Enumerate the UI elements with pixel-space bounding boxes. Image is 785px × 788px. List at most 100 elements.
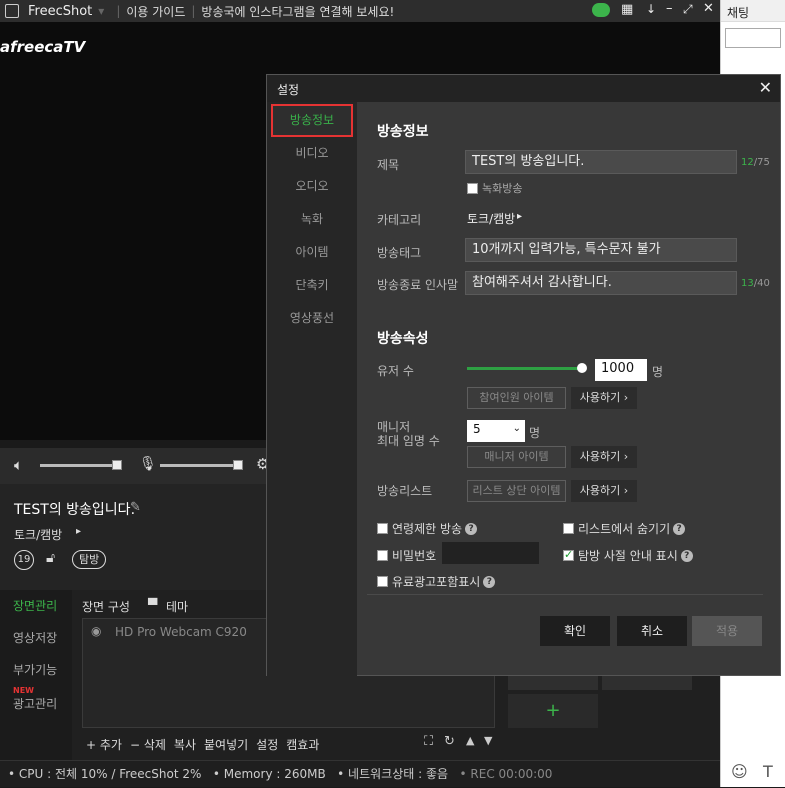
paid-ad-checkbox[interactable] bbox=[377, 576, 388, 587]
password-checkbox[interactable] bbox=[377, 550, 388, 561]
notice-link[interactable]: 방송국에 인스타그램을 연결해 보세요! bbox=[201, 3, 394, 20]
edit-pencil-icon[interactable]: ✎ bbox=[130, 500, 141, 515]
record-checkbox[interactable] bbox=[467, 182, 478, 194]
manager-item-button[interactable]: 매니저 아이템 bbox=[467, 446, 566, 468]
nav-scene[interactable]: 장면관리 bbox=[0, 590, 72, 622]
unlock-icon[interactable]: 🔓︎ bbox=[46, 550, 55, 566]
paste-button[interactable]: 붙여넣기 bbox=[204, 736, 248, 753]
theme-icon[interactable]: ▀ bbox=[148, 598, 157, 612]
delete-button[interactable]: − 삭제 bbox=[130, 736, 166, 753]
dialog-nav-shortcut[interactable]: 단축키 bbox=[267, 269, 357, 302]
participant-item-button[interactable]: 참여인원 아이템 bbox=[467, 387, 566, 409]
viewers-slider[interactable] bbox=[467, 367, 583, 370]
dialog-nav-record[interactable]: 녹화 bbox=[267, 203, 357, 236]
source-item[interactable]: HD Pro Webcam C920 bbox=[115, 625, 247, 639]
record-option[interactable]: 녹화방송 bbox=[467, 180, 522, 196]
close-icon[interactable]: ✕ bbox=[703, 1, 714, 16]
add-scene-button[interactable]: + bbox=[508, 694, 598, 728]
dialog-nav-video[interactable]: 비디오 bbox=[267, 137, 357, 170]
add-button[interactable]: + 추가 bbox=[86, 736, 122, 753]
dialog-title: 설정 bbox=[277, 83, 300, 97]
list-use-button[interactable]: 사용하기 › bbox=[571, 480, 637, 502]
nav-video-save[interactable]: 영상저장 bbox=[0, 622, 72, 654]
dialog-nav-item[interactable]: 아이템 bbox=[267, 236, 357, 269]
title-input[interactable]: TEST의 방송입니다. bbox=[465, 150, 737, 174]
viewers-slider-thumb[interactable] bbox=[577, 363, 587, 373]
volume-thumb[interactable] bbox=[112, 460, 122, 470]
nav-ads[interactable]: 광고관리 bbox=[13, 695, 57, 712]
list-item-button[interactable]: 리스트 상단 아이템 bbox=[467, 480, 566, 502]
tab-theme[interactable]: 테마 bbox=[166, 598, 188, 615]
nav-extras[interactable]: 부가기능 bbox=[0, 654, 72, 686]
age-limit-option[interactable]: 연령제한 방송? bbox=[377, 520, 478, 537]
dialog-header: 설정 ✕ bbox=[267, 75, 780, 102]
minimize-icon[interactable]: ↓ bbox=[646, 2, 656, 16]
ok-button[interactable]: 확인 bbox=[540, 616, 610, 646]
help-icon[interactable]: ? bbox=[680, 549, 693, 562]
paid-ad-option[interactable]: 유료광고포함표시? bbox=[377, 573, 496, 590]
password-option[interactable]: 비밀번호 bbox=[377, 547, 436, 564]
list-label: 방송리스트 bbox=[377, 484, 433, 498]
apply-button[interactable]: 적용 bbox=[692, 616, 762, 646]
app-logo-icon bbox=[5, 4, 19, 18]
age-limit-checkbox[interactable] bbox=[377, 523, 388, 534]
participant-use-button[interactable]: 사용하기 › bbox=[571, 387, 637, 409]
help-icon[interactable]: ? bbox=[673, 522, 686, 535]
down-icon[interactable]: ▼ bbox=[484, 734, 492, 747]
network-status: • 네트워크상태 : 좋음 bbox=[337, 767, 449, 781]
category-text[interactable]: 토크/캠방 bbox=[14, 526, 62, 543]
grid-icon[interactable]: ▦ bbox=[621, 2, 633, 17]
refresh-icon[interactable]: ↻ bbox=[444, 734, 455, 749]
help-icon[interactable]: ? bbox=[483, 575, 496, 588]
cam-effect-button[interactable]: 캠효과 bbox=[286, 736, 319, 753]
help-icon[interactable]: ? bbox=[465, 522, 478, 535]
afreecatv-logo: afreecaTV bbox=[0, 38, 86, 56]
fullscreen-icon[interactable]: ⛶ bbox=[424, 734, 433, 749]
mic-slider[interactable] bbox=[160, 464, 242, 467]
text-format-icon[interactable]: T bbox=[763, 762, 773, 781]
dialog-close-icon[interactable]: ✕ bbox=[759, 78, 772, 97]
viewers-input[interactable]: 1000 bbox=[595, 359, 647, 381]
chat-title: 채팅 bbox=[721, 0, 785, 22]
maximize-icon[interactable]: ⤢ bbox=[683, 2, 693, 17]
end-greeting-input[interactable]: 참여해주셔서 감사합니다. bbox=[465, 271, 737, 295]
speaker-icon[interactable]: 🔈︎ bbox=[14, 456, 23, 474]
tag-label: 방송태그 bbox=[377, 246, 422, 260]
tambang-checkbox[interactable] bbox=[563, 548, 574, 561]
end-greeting-label: 방송종료 인사말 bbox=[377, 278, 459, 292]
chat-bubble-icon[interactable] bbox=[592, 3, 610, 17]
settings-button[interactable]: 설정 bbox=[256, 736, 278, 753]
emoji-icon[interactable]: ☺ bbox=[731, 762, 748, 781]
tab-scene[interactable]: 장면 구성 bbox=[82, 598, 130, 615]
mic-thumb[interactable] bbox=[233, 460, 243, 470]
title-counter: 12/75 bbox=[741, 157, 770, 168]
volume-slider[interactable] bbox=[40, 464, 120, 467]
hide-list-checkbox[interactable] bbox=[563, 523, 574, 534]
tambang-option[interactable]: 탐방 사절 안내 표시? bbox=[563, 547, 693, 564]
title-label: 제목 bbox=[377, 158, 400, 172]
chat-search-input[interactable] bbox=[725, 28, 781, 48]
dialog-nav-audio[interactable]: 오디오 bbox=[267, 170, 357, 203]
manager-select[interactable]: 5 ⌄ bbox=[467, 420, 525, 442]
category-select[interactable]: 토크/캠방 bbox=[467, 210, 515, 227]
mic-icon[interactable]: 🎙︎ bbox=[139, 456, 157, 472]
manager-unit: 명 bbox=[529, 426, 541, 440]
tag-input[interactable]: 10개까지 입력가능, 특수문자 불가 bbox=[465, 238, 737, 262]
minimize-window-icon[interactable]: – bbox=[666, 1, 673, 16]
manager-use-button[interactable]: 사용하기 › bbox=[571, 446, 637, 468]
up-icon[interactable]: ▲ bbox=[466, 734, 474, 747]
dialog-nav-video-balloon[interactable]: 영상풍선 bbox=[267, 302, 357, 335]
eye-icon[interactable]: ◉ bbox=[91, 624, 101, 638]
divider bbox=[367, 594, 763, 595]
category-arrow-icon[interactable]: ▸ bbox=[517, 211, 522, 222]
password-input[interactable] bbox=[442, 542, 539, 564]
dialog-nav-broadcast-info[interactable]: 방송정보 bbox=[271, 104, 353, 137]
cancel-button[interactable]: 취소 bbox=[617, 616, 687, 646]
category-arrow-icon[interactable]: ▸ bbox=[76, 526, 81, 537]
dropdown-icon[interactable]: ▾ bbox=[98, 4, 104, 18]
copy-button[interactable]: 복사 bbox=[174, 736, 196, 753]
viewers-unit: 명 bbox=[652, 365, 664, 379]
hide-list-option[interactable]: 리스트에서 숨기기? bbox=[563, 520, 686, 537]
guide-link[interactable]: 이용 가이드 bbox=[126, 3, 185, 20]
rec-status: • REC 00:00:00 bbox=[459, 767, 553, 781]
